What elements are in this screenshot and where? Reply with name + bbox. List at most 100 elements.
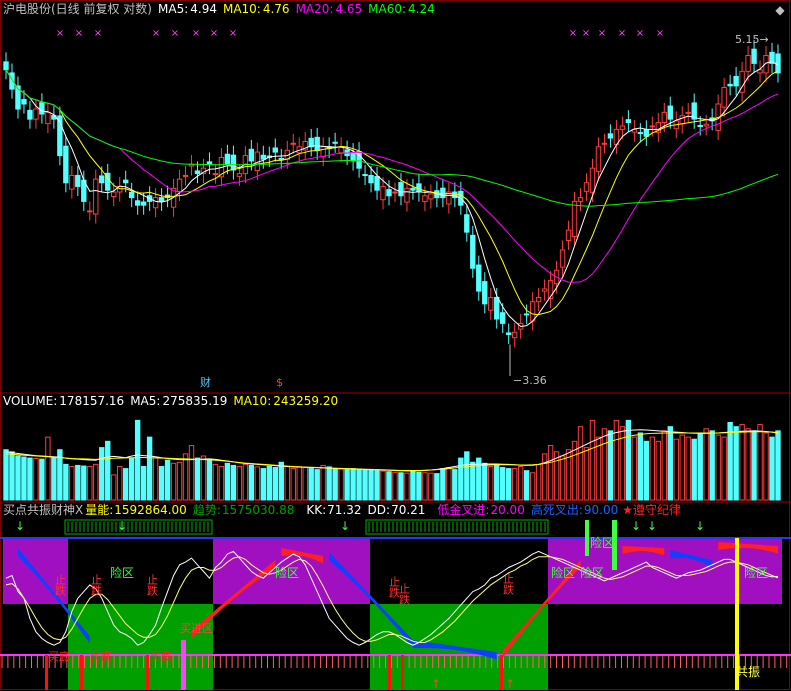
sell-arrow-0: ↓ (15, 519, 25, 533)
volume-bar-118 (709, 430, 715, 501)
candle-body-108 (649, 125, 656, 128)
volume-bar-120 (721, 436, 727, 501)
candle-body-106 (637, 132, 644, 135)
low-cross-value: 20.00 (490, 503, 525, 517)
volume-bar-90 (541, 453, 548, 501)
candle-body-121 (727, 83, 733, 87)
signal-mark-10: × (598, 28, 606, 39)
candle-body-100 (601, 142, 608, 145)
volume-bar-128 (769, 436, 775, 501)
candle-body-124 (745, 55, 751, 72)
volume-bar-17 (105, 440, 111, 501)
volume-bar-15 (93, 463, 99, 501)
volume-bar-78 (470, 461, 476, 501)
candle-body-90 (541, 288, 548, 292)
ma10-label: MA10: (222, 2, 261, 16)
vol-ma10-value: 243259.20 (273, 394, 339, 408)
ma5-label: MA5: (158, 2, 189, 16)
volume-bar-69 (416, 471, 422, 501)
dd-label: DD: (367, 503, 391, 517)
signal-mark-12: × (636, 28, 644, 39)
buy-arrow-0: ↑ (431, 677, 441, 691)
candle-body-87 (523, 313, 530, 316)
volume-bar-76 (458, 457, 464, 501)
volume-bar-16 (99, 447, 105, 501)
volume-bar-82 (494, 463, 500, 501)
volume-bar-25 (152, 457, 159, 501)
volume-bar-35 (212, 463, 219, 501)
signal-mark-8: × (569, 28, 577, 39)
sell-arrow-2: ↓ (340, 519, 350, 533)
volume-bar-60 (362, 469, 368, 501)
oversold-zone-0 (68, 604, 213, 690)
candle-body-0 (3, 61, 9, 71)
volume-bar-50 (302, 467, 308, 501)
volume-bar-30 (182, 453, 189, 501)
red-signal-bar-5 (500, 655, 503, 690)
volume-bar-41 (248, 464, 255, 501)
volume-bar-110 (661, 430, 667, 501)
candle-body-113 (679, 115, 685, 125)
price-title: 沪电股份(日线 前复权 对数) (3, 2, 152, 16)
volume-bar-59 (356, 468, 362, 501)
candle-body-39 (236, 173, 243, 177)
candle-body-21 (128, 191, 135, 199)
signal-mark-13: × (656, 28, 664, 39)
volume-bar-51 (308, 468, 314, 501)
ma10-value: 4.76 (262, 2, 290, 16)
cai-mark: 财 (200, 375, 211, 389)
volume-bar-107 (643, 440, 650, 501)
candle-body-107 (643, 129, 650, 137)
candle-body-3 (21, 99, 27, 105)
volume-bar-89 (535, 463, 542, 501)
signal-mark-4: × (171, 28, 179, 39)
volume-bar-39 (236, 465, 243, 501)
candle-body-22 (134, 200, 141, 206)
volume-bar-111 (667, 426, 673, 501)
volume-bar-10 (63, 463, 69, 501)
volume-bar-71 (428, 472, 434, 501)
liang-value: 1592864.00 (114, 503, 187, 517)
candle-body-116 (697, 124, 703, 127)
liang-label: 量能: (85, 503, 114, 517)
candle-body-37 (224, 153, 231, 166)
zone-label-2: 险区 (551, 565, 575, 580)
buy-zone-label: 买进区 (180, 622, 213, 635)
volume-bar-11 (69, 465, 75, 501)
volume-bar-47 (284, 465, 290, 501)
volume-bar-43 (260, 468, 267, 501)
zone-label-5: 险区 (590, 535, 614, 550)
candle-body-117 (703, 123, 709, 127)
volume-bar-64 (386, 471, 392, 501)
volume-bar-125 (751, 430, 757, 501)
candle-body-85 (511, 331, 518, 339)
volume-bar-3 (21, 456, 27, 501)
zone-label-3: 险区 (580, 565, 604, 580)
candle-body-71 (428, 193, 434, 200)
candle-body-62 (374, 175, 380, 191)
candle-body-20 (122, 179, 129, 184)
volume-bar-40 (242, 463, 249, 501)
candle-body-41 (248, 148, 255, 162)
volume-bar-22 (134, 419, 141, 501)
candle-body-5 (33, 108, 39, 120)
candle-body-15 (93, 178, 99, 215)
volume-bar-70 (422, 472, 428, 501)
volume-bar-105 (631, 436, 638, 501)
close-icon[interactable]: ◆ (773, 3, 787, 17)
stop-label-5: 止跌 (502, 573, 515, 596)
volume-bar-74 (446, 467, 452, 501)
trend-label: 趋势: (192, 503, 221, 517)
candle-body-95 (571, 200, 578, 238)
volume-bar-56 (338, 468, 344, 501)
volume-bar-28 (170, 462, 177, 501)
candle-body-70 (422, 195, 428, 203)
candle-body-32 (194, 170, 201, 175)
candle-body-94 (565, 229, 572, 242)
volume-bar-97 (583, 447, 590, 501)
dollar-mark: $ (276, 376, 283, 389)
candle-body-38 (230, 154, 237, 171)
volume-bar-109 (655, 440, 662, 501)
candle-body-6 (39, 102, 45, 115)
volume-bar-29 (176, 461, 183, 501)
